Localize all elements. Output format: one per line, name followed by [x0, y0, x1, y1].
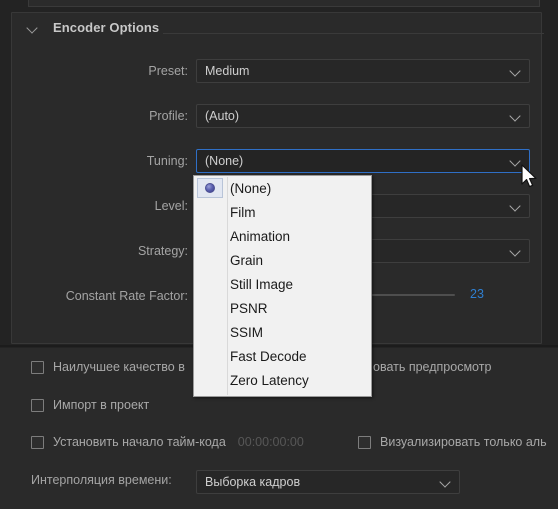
import-to-project-label: Импорт в проект — [53, 398, 150, 412]
previous-group-bottom-edge — [28, 0, 540, 7]
chevron-down-icon — [510, 246, 521, 257]
preset-select[interactable]: Medium — [196, 59, 530, 83]
import-to-project-row[interactable]: Импорт в проект — [31, 398, 149, 412]
crf-label: Constant Rate Factor: — [65, 289, 188, 303]
profile-label-wrap: Profile: — [28, 104, 188, 128]
chevron-down-icon — [510, 111, 521, 122]
dropdown-item-film[interactable]: Film — [194, 200, 371, 224]
mouse-pointer-icon — [521, 164, 539, 195]
use-preview-label: овать предпросмотр — [373, 360, 492, 374]
use-preview-label-tail-row: овать предпросмотр — [373, 360, 491, 374]
encoder-settings-screen: Encoder Options Preset: Medium Profile: … — [0, 0, 558, 509]
dropdown-item-label: SSIM — [230, 324, 264, 340]
tuning-dropdown-popup[interactable]: (None) Film Animation Grain Still Image … — [193, 175, 372, 397]
strategy-label: Strategy: — [137, 244, 188, 258]
strategy-label-wrap: Strategy: — [28, 239, 188, 263]
tuning-value: (None) — [205, 154, 244, 168]
set-start-timecode-checkbox[interactable] — [31, 435, 44, 449]
encoder-options-header[interactable]: Encoder Options — [28, 20, 159, 35]
dropdown-item-label: PSNR — [230, 300, 268, 316]
dropdown-item-label: Animation — [230, 228, 291, 244]
dropdown-item-zero-latency[interactable]: Zero Latency — [194, 368, 371, 392]
group-header-divider — [163, 33, 544, 34]
dropdown-item-psnr[interactable]: PSNR — [194, 296, 371, 320]
tuning-label: Tuning: — [146, 154, 188, 168]
dropdown-item-animation[interactable]: Animation — [194, 224, 371, 248]
dropdown-item-grain[interactable]: Grain — [194, 248, 371, 272]
render-alpha-only-checkbox[interactable] — [358, 435, 371, 449]
dropdown-item-label: Film — [230, 204, 256, 220]
dropdown-item-none[interactable]: (None) — [194, 176, 371, 200]
set-start-timecode-label: Установить начало тайм-кода — [53, 435, 226, 449]
selected-radio-cell — [197, 178, 223, 198]
best-quality-checkbox[interactable] — [31, 360, 44, 374]
tuning-label-wrap: Tuning: — [28, 149, 188, 173]
dropdown-item-ssim[interactable]: SSIM — [194, 320, 371, 344]
dropdown-item-label: Still Image — [230, 276, 294, 292]
profile-label: Profile: — [149, 109, 188, 123]
chevron-down-icon — [510, 201, 521, 212]
time-interpolation-value: Выборка кадров — [205, 475, 301, 489]
time-interpolation-label: Интерполяция времени: — [31, 473, 172, 487]
crf-label-wrap: Constant Rate Factor: — [28, 284, 188, 308]
timecode-value[interactable]: 00:00:00:00 — [238, 435, 304, 449]
profile-select[interactable]: (Auto) — [196, 104, 530, 128]
preset-value: Medium — [205, 64, 250, 78]
tuning-select[interactable]: (None) — [196, 149, 530, 173]
set-start-timecode-row[interactable]: Установить начало тайм-кода 00:00:00:00 — [31, 435, 304, 449]
dropdown-item-fast-decode[interactable]: Fast Decode — [194, 344, 371, 368]
level-label: Level: — [154, 199, 188, 213]
time-interpolation-select[interactable]: Выборка кадров — [196, 470, 460, 494]
dropdown-item-label: Fast Decode — [230, 348, 307, 364]
chevron-down-icon — [440, 477, 451, 488]
chevron-down-icon[interactable] — [28, 22, 39, 33]
render-alpha-only-label: Визуализировать только аль — [380, 435, 547, 449]
dropdown-item-label: Zero Latency — [230, 372, 309, 388]
crf-value[interactable]: 23 — [470, 287, 484, 301]
chevron-down-icon — [510, 156, 521, 167]
panel-top-strip — [0, 0, 558, 10]
radio-selected-icon — [205, 183, 215, 193]
level-label-wrap: Level: — [28, 194, 188, 218]
render-alpha-only-row[interactable]: Визуализировать только аль — [358, 435, 547, 449]
profile-value: (Auto) — [205, 109, 240, 123]
best-quality-row[interactable]: Наилучшее качество в — [31, 360, 185, 374]
dropdown-item-label: Grain — [230, 252, 264, 268]
import-to-project-checkbox[interactable] — [31, 398, 44, 412]
chevron-down-icon — [510, 66, 521, 77]
time-interpolation-label-wrap: Интерполяция времени: — [31, 473, 172, 487]
dropdown-item-label: (None) — [230, 180, 272, 196]
preset-label-wrap: Preset: — [28, 59, 188, 83]
preset-label: Preset: — [148, 64, 188, 78]
dropdown-item-still-image[interactable]: Still Image — [194, 272, 371, 296]
best-quality-label: Наилучшее качество в — [53, 360, 185, 374]
group-title: Encoder Options — [53, 20, 160, 35]
